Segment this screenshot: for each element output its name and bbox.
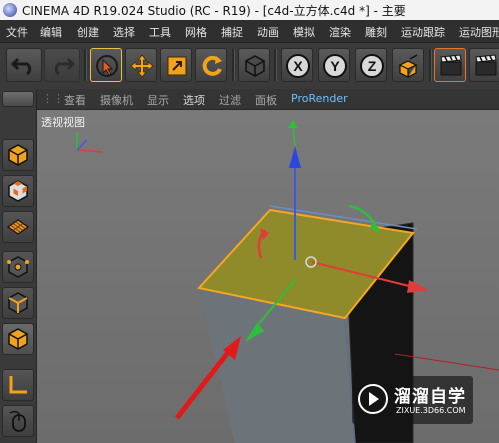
rotate-button[interactable]	[195, 48, 227, 82]
menu-bar: 文件 编辑 创建 选择 工具 网格 捕捉 动画 模拟 渲染 雕刻 运动跟踪 运动…	[0, 20, 499, 43]
scale-button[interactable]	[160, 48, 192, 82]
watermark-name: 溜溜自学	[394, 387, 466, 407]
points-mode-button[interactable]	[2, 251, 34, 283]
render-picture-viewer-icon	[475, 54, 497, 76]
menu-sculpt[interactable]: 雕刻	[365, 24, 387, 40]
render-view-icon	[440, 54, 462, 76]
coordinate-system-icon	[398, 54, 418, 78]
y-axis-icon: Y	[323, 54, 347, 78]
cinema4d-app-icon	[3, 3, 17, 17]
rotate-icon	[202, 55, 222, 76]
menu-create[interactable]: 创建	[77, 24, 99, 40]
live-selection-icon	[96, 55, 118, 77]
viewport-menu-prorender[interactable]: ProRender	[291, 92, 348, 105]
view-gizmo-x	[76, 149, 104, 153]
make-editable-icon	[8, 144, 28, 166]
main-toolbar: X Y Z	[0, 43, 499, 90]
y-axis-button[interactable]: Y	[318, 48, 350, 82]
viewport-menu-bar: ⋮⋮ 查看 摄像机 显示 选项 过滤 面板 ProRender	[36, 89, 499, 110]
menu-motion-tracking[interactable]: 运动跟踪	[401, 24, 445, 40]
toolbar-separator	[232, 49, 235, 81]
mouse-tweak-button[interactable]	[2, 405, 34, 437]
render-picture-viewer-button[interactable]	[469, 48, 499, 82]
render-view-button[interactable]	[434, 48, 466, 82]
x-axis-button[interactable]: X	[281, 48, 313, 82]
make-editable-button[interactable]	[2, 139, 34, 171]
axis-mode-button[interactable]	[2, 369, 34, 401]
viewport-label: 透视视图	[41, 116, 85, 129]
menu-file[interactable]: 文件	[6, 24, 28, 40]
x-axis-icon: X	[286, 54, 310, 78]
undo-button[interactable]	[6, 48, 42, 82]
undo-icon	[10, 57, 32, 76]
redo-button[interactable]	[44, 48, 80, 82]
watermark-url: ZIXUE.3D66.COM	[396, 406, 466, 415]
z-axis-label: Z	[368, 58, 377, 74]
polygons-mode-button[interactable]	[2, 323, 34, 355]
viewport-menu-panel[interactable]: 面板	[255, 92, 277, 108]
checker-cube-button[interactable]	[2, 175, 34, 207]
menu-animate[interactable]: 动画	[257, 24, 279, 40]
z-axis-button[interactable]: Z	[355, 48, 387, 82]
x-axis-arrow[interactable]	[407, 280, 429, 293]
move-button[interactable]	[125, 48, 157, 82]
menu-mesh[interactable]: 网格	[185, 24, 207, 40]
menu-snap[interactable]: 捕捉	[221, 24, 243, 40]
mouse-tweak-icon	[9, 410, 26, 432]
menu-render[interactable]: 渲染	[329, 24, 351, 40]
view-gizmo-z	[76, 139, 88, 151]
title-bar: CINEMA 4D R19.024 Studio (RC - R19) - [c…	[0, 0, 499, 21]
axis-mode-icon	[9, 376, 27, 394]
points-mode-icon	[7, 256, 29, 278]
menu-select[interactable]: 选择	[113, 24, 135, 40]
scale-icon	[167, 56, 187, 76]
viewport-menu-filter[interactable]: 过滤	[219, 92, 241, 108]
edges-mode-button[interactable]	[2, 287, 34, 319]
y-axis-arrow[interactable]	[289, 146, 301, 168]
viewport-grip-icon: ⋮⋮	[42, 92, 64, 105]
texture-grid-button[interactable]	[2, 211, 34, 243]
menu-tools[interactable]: 工具	[149, 24, 171, 40]
menu-edit[interactable]: 编辑	[40, 24, 62, 40]
viewport-menu-display[interactable]: 显示	[147, 92, 169, 108]
edges-mode-icon	[8, 292, 28, 314]
x-axis-label: X	[293, 58, 303, 74]
last-object-button[interactable]	[238, 48, 270, 82]
left-mode-toolbar	[0, 89, 37, 443]
z-axis-icon: Z	[360, 54, 384, 78]
last-object-icon	[245, 55, 265, 77]
viewport-menu-cameras[interactable]: 摄像机	[100, 92, 133, 108]
play-logo-icon	[358, 384, 388, 414]
viewport-menu-view[interactable]: 查看	[64, 92, 86, 108]
move-icon	[130, 54, 154, 78]
toolbar-separator	[84, 49, 87, 81]
y-axis-label: Y	[330, 58, 340, 74]
window-title: CINEMA 4D R19.024 Studio (RC - R19) - [c…	[22, 4, 406, 18]
texture-grid-icon	[6, 219, 30, 235]
redo-icon	[54, 57, 76, 76]
toolbar-separator	[274, 49, 277, 81]
toolbar-separator	[429, 49, 432, 81]
menu-mograph[interactable]: 运动图形	[459, 24, 499, 40]
viewport-sphere-button[interactable]	[2, 91, 34, 107]
checker-cube-icon	[8, 180, 28, 202]
coordinate-system-button[interactable]	[392, 48, 424, 82]
z-axis-arrow-top[interactable]	[288, 120, 298, 128]
menu-simulate[interactable]: 模拟	[293, 24, 315, 40]
polygons-mode-icon	[8, 328, 28, 350]
watermark: 溜溜自学 ZIXUE.3D66.COM	[352, 376, 473, 424]
viewport-menu-options[interactable]: 选项	[183, 92, 205, 108]
live-selection-button[interactable]	[90, 48, 122, 82]
